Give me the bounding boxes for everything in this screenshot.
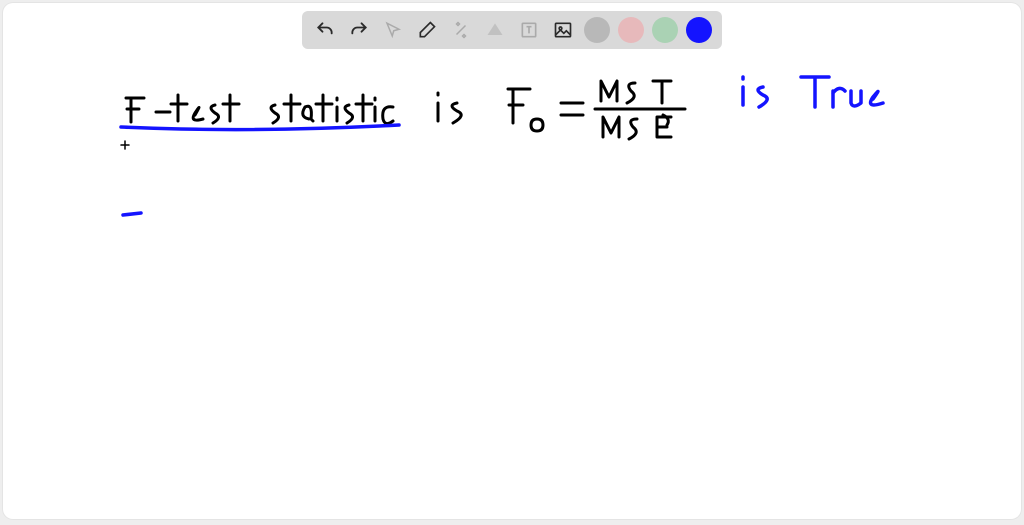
stroke-plus [121,141,129,149]
handwriting-layer [3,3,1021,519]
whiteboard-canvas[interactable] [3,3,1021,519]
stroke-F [126,98,144,122]
stroke-underline [121,125,399,130]
stroke-dash [123,213,141,215]
